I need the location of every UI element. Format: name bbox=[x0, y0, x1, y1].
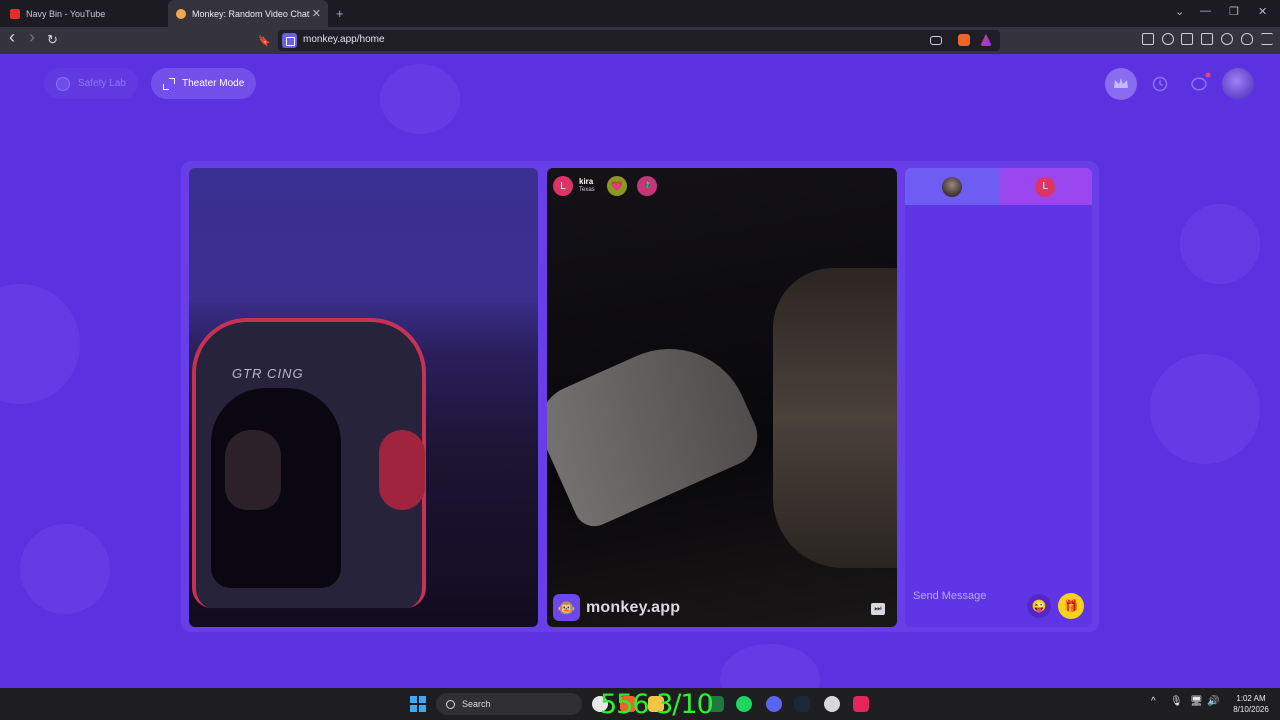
brand-text: monkey.app bbox=[586, 598, 681, 616]
background-decoration bbox=[1150, 354, 1260, 464]
tab-youtube[interactable]: Navy Bin - YouTube bbox=[2, 0, 166, 27]
safety-lab-label: Safety Lab bbox=[78, 78, 126, 89]
self-avatar bbox=[941, 176, 962, 197]
profile-avatar[interactable] bbox=[1222, 68, 1254, 100]
background-decoration bbox=[1180, 204, 1260, 284]
safety-lab-button[interactable]: Safety Lab bbox=[44, 68, 138, 99]
theater-mode-button[interactable]: Theater Mode bbox=[151, 68, 257, 99]
network-icon[interactable]: 🖥 bbox=[1190, 696, 1203, 707]
remote-user-meta: kira Texas bbox=[579, 178, 595, 194]
steam-icon[interactable] bbox=[794, 696, 810, 712]
close-tab-icon[interactable]: ✕ bbox=[312, 7, 321, 20]
monkey-icon bbox=[176, 8, 186, 19]
youtube-icon bbox=[10, 8, 20, 19]
wallet-icon[interactable] bbox=[1201, 33, 1213, 45]
remote-user-info: L kira Texas 💗 🦸 bbox=[553, 176, 661, 196]
background-decoration bbox=[380, 64, 460, 134]
minimize-button[interactable]: — bbox=[1200, 5, 1211, 17]
bookmark-icon[interactable]: 🔖 bbox=[258, 34, 270, 50]
tray-expand-icon[interactable]: ^ bbox=[1151, 696, 1156, 707]
monkey-watermark: 🐵 monkey.app bbox=[553, 594, 680, 621]
rewards-icon[interactable] bbox=[980, 34, 992, 46]
taskbar-clock[interactable]: 1:02 AM 8/10/2026 bbox=[1225, 693, 1277, 715]
site-camera-icon bbox=[282, 33, 297, 48]
vpn-icon[interactable] bbox=[1241, 33, 1253, 45]
new-tab-button[interactable]: + bbox=[336, 6, 344, 21]
chat-panel: L 😜 🎁 bbox=[905, 168, 1092, 627]
chat-tabs: L bbox=[905, 168, 1092, 205]
media-icon[interactable] bbox=[1162, 33, 1174, 45]
partner-avatar: L bbox=[1035, 176, 1056, 197]
theater-mode-label: Theater Mode bbox=[182, 78, 245, 89]
tab-label: Monkey: Random Video Chat bbox=[192, 8, 310, 19]
leo-ai-icon[interactable] bbox=[1221, 33, 1233, 45]
remote-user-avatar[interactable]: L bbox=[553, 176, 573, 196]
microphone-icon[interactable]: 🎙 bbox=[1170, 696, 1183, 707]
background-decoration bbox=[720, 644, 820, 688]
chair-armrest bbox=[379, 430, 425, 510]
taskbar-search[interactable]: Search bbox=[436, 693, 582, 715]
chat-icon[interactable] bbox=[1183, 68, 1215, 100]
tiktok-icon[interactable] bbox=[853, 696, 869, 712]
browser-tab-strip: Navy Bin - YouTube Monkey: Random Video … bbox=[0, 0, 1280, 27]
clock-time: 1:02 AM bbox=[1236, 694, 1266, 703]
person-face bbox=[225, 430, 281, 510]
address-bar[interactable]: monkey.app/home bbox=[278, 30, 1000, 51]
volume-icon[interactable]: 🔊 bbox=[1207, 696, 1219, 707]
brave-shield-icon[interactable] bbox=[958, 34, 970, 46]
back-button[interactable]: ‹ bbox=[9, 28, 15, 46]
windows-taskbar: Search 556 3/10 ^ 🎙 🖥 🔊 1:02 AM 8/10/202… bbox=[0, 688, 1280, 720]
search-label: Search bbox=[462, 699, 491, 709]
background-decoration bbox=[20, 524, 110, 614]
spotify-icon[interactable] bbox=[736, 696, 752, 712]
url-text: monkey.app/home bbox=[303, 34, 385, 45]
remote-user-location: Texas bbox=[579, 187, 595, 193]
sidebar-icon[interactable] bbox=[1181, 33, 1193, 45]
forward-button[interactable]: › bbox=[29, 28, 35, 46]
menu-icon[interactable] bbox=[1261, 33, 1273, 45]
cast-icon[interactable] bbox=[930, 36, 942, 45]
heart-badge-icon: 💗 bbox=[606, 176, 627, 196]
tab-self[interactable] bbox=[905, 168, 999, 205]
discord-icon[interactable] bbox=[766, 696, 782, 712]
close-window-button[interactable]: ✕ bbox=[1258, 5, 1267, 18]
local-video: GTR CING bbox=[189, 168, 538, 627]
tab-search-icon[interactable]: ⌄ bbox=[1175, 5, 1184, 18]
expand-icon bbox=[163, 77, 175, 90]
maximize-button[interactable]: ❐ bbox=[1229, 5, 1239, 18]
extensions-icon[interactable] bbox=[1142, 33, 1154, 45]
tab-monkey[interactable]: Monkey: Random Video Chat ✕ bbox=[168, 0, 328, 27]
video-chat-card: GTR CING L kira Texas 💗 🦸 🐵 monkey.app ⏭… bbox=[181, 161, 1099, 632]
hero-badge-icon: 🦸 bbox=[636, 176, 657, 196]
monkey-app-page: Safety Lab Theater Mode GTR CING L kira … bbox=[0, 54, 1280, 688]
monkey-logo-icon: 🐵 bbox=[553, 594, 580, 621]
tab-label: Navy Bin - YouTube bbox=[26, 8, 106, 19]
windows-start-icon[interactable] bbox=[410, 696, 426, 712]
tab-partner[interactable]: L bbox=[998, 168, 1092, 205]
chair-text: GTR CING bbox=[232, 366, 304, 381]
emoji-icon[interactable]: 😜 bbox=[1027, 594, 1051, 618]
shield-icon bbox=[56, 76, 70, 91]
send-message-input[interactable] bbox=[913, 590, 1023, 602]
remote-video: L kira Texas 💗 🦸 🐵 monkey.app ⏭ bbox=[547, 168, 897, 627]
gift-icon[interactable]: 🎁 bbox=[1058, 593, 1084, 619]
skip-icon[interactable]: ⏭ bbox=[871, 603, 885, 615]
reload-button[interactable]: ↻ bbox=[47, 32, 58, 48]
clock-date: 8/10/2026 bbox=[1233, 705, 1269, 714]
stream-counter-overlay: 556 3/10 bbox=[600, 689, 714, 720]
search-icon bbox=[446, 699, 455, 709]
browser-toolbar: ‹ › ↻ 🔖 monkey.app/home bbox=[0, 27, 1280, 54]
remote-user-name: kira bbox=[579, 177, 594, 186]
crown-icon[interactable] bbox=[1105, 68, 1137, 100]
remote-arm bbox=[547, 323, 767, 533]
remote-head bbox=[773, 268, 897, 568]
background-decoration bbox=[0, 284, 80, 404]
chatgpt-icon[interactable] bbox=[824, 696, 840, 712]
history-icon[interactable] bbox=[1144, 68, 1176, 100]
